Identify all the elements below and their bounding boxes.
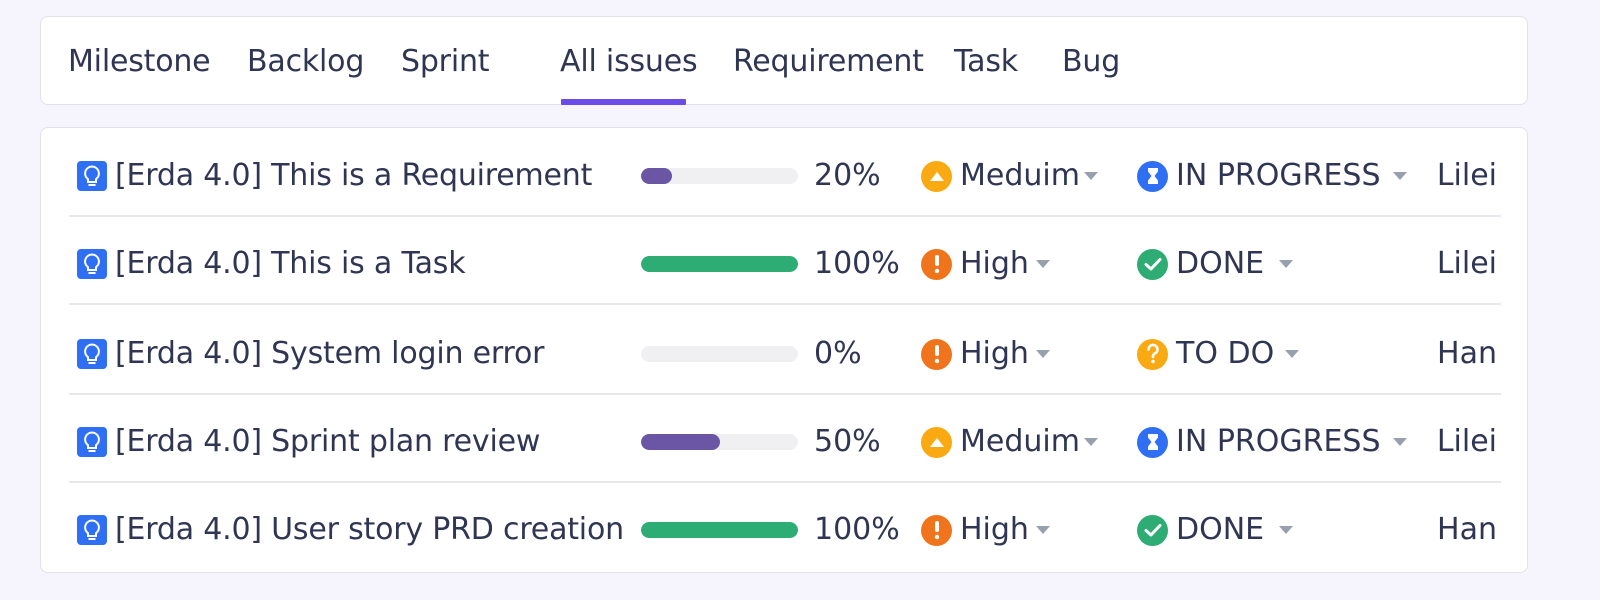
row-divider — [69, 393, 1501, 395]
priority-high-icon — [921, 338, 952, 370]
chevron-down-icon[interactable] — [1084, 438, 1098, 446]
lightbulb-icon — [77, 249, 107, 279]
tab-all-issues[interactable]: All issues — [560, 44, 698, 80]
hourglass-icon — [1137, 426, 1168, 458]
priority-dropdown[interactable]: High — [960, 246, 1029, 282]
issue-title[interactable]: [Erda 4.0] This is a Requirement — [115, 158, 592, 194]
issue-row[interactable]: [Erda 4.0] This is a Requirement 20% Medui… — [41, 132, 1527, 220]
chevron-down-icon[interactable] — [1279, 260, 1293, 268]
progress-bar-fill — [641, 522, 798, 538]
chevron-down-icon[interactable] — [1084, 172, 1098, 180]
tab-backlog[interactable]: Backlog — [247, 44, 364, 80]
status-dropdown[interactable]: TO DO — [1176, 336, 1274, 372]
row-divider — [69, 481, 1501, 483]
status-dropdown[interactable]: DONE — [1176, 246, 1264, 282]
priority-high-icon — [921, 248, 952, 280]
row-divider — [69, 303, 1501, 305]
progress-bar-fill — [641, 434, 720, 450]
status-dropdown[interactable]: IN PROGRESS — [1176, 424, 1381, 460]
progress-percent: 50% — [814, 424, 881, 459]
issue-title[interactable]: [Erda 4.0] System login error — [115, 336, 544, 372]
tab-bug[interactable]: Bug — [1062, 44, 1120, 80]
row-divider — [69, 215, 1501, 217]
progress-bar — [641, 346, 798, 362]
progress-bar — [641, 168, 798, 184]
progress-percent: 0% — [814, 336, 862, 371]
check-circle-icon — [1137, 248, 1168, 280]
priority-dropdown[interactable]: High — [960, 336, 1029, 372]
progress-percent: 20% — [814, 158, 881, 193]
tab-milestone[interactable]: Milestone — [68, 44, 211, 80]
issue-row[interactable]: [Erda 4.0] This is a Task 100% High DONE Lil… — [41, 220, 1527, 308]
chevron-down-icon[interactable] — [1036, 526, 1050, 534]
status-dropdown[interactable]: DONE — [1176, 512, 1264, 548]
tab-sprint[interactable]: Sprint — [401, 44, 490, 80]
lightbulb-icon — [77, 515, 107, 545]
priority-high-icon — [921, 514, 952, 546]
assignee[interactable]: Han — [1437, 336, 1497, 372]
chevron-down-icon[interactable] — [1393, 172, 1407, 180]
chevron-down-icon[interactable] — [1393, 438, 1407, 446]
assignee[interactable]: Lilei — [1437, 246, 1497, 282]
priority-medium-icon — [921, 426, 952, 458]
active-tab-indicator — [561, 99, 686, 105]
issue-title[interactable]: [Erda 4.0] User story PRD creation — [115, 512, 624, 548]
chevron-down-icon[interactable] — [1279, 526, 1293, 534]
priority-dropdown[interactable]: Meduim — [960, 158, 1080, 194]
progress-bar — [641, 522, 798, 538]
progress-percent: 100% — [814, 512, 900, 547]
lightbulb-icon — [77, 427, 107, 457]
check-circle-icon — [1137, 514, 1168, 546]
issue-row[interactable]: [Erda 4.0] User story PRD creation 100% Hi… — [41, 486, 1527, 574]
tab-task[interactable]: Task — [954, 44, 1018, 80]
assignee[interactable]: Han — [1437, 512, 1497, 548]
progress-percent: 100% — [814, 246, 900, 281]
issue-title[interactable]: [Erda 4.0] Sprint plan review — [115, 424, 540, 460]
progress-bar — [641, 434, 798, 450]
chevron-down-icon[interactable] — [1036, 260, 1050, 268]
tab-requirement[interactable]: Requirement — [733, 44, 924, 80]
issue-title[interactable]: [Erda 4.0] This is a Task — [115, 246, 466, 282]
issue-row[interactable]: [Erda 4.0] System login error 0% High TO DO… — [41, 310, 1527, 398]
priority-dropdown[interactable]: High — [960, 512, 1029, 548]
lightbulb-icon — [77, 161, 107, 191]
lightbulb-icon — [77, 339, 107, 369]
priority-medium-icon — [921, 160, 952, 192]
assignee[interactable]: Lilei — [1437, 424, 1497, 460]
chevron-down-icon[interactable] — [1285, 350, 1299, 358]
hourglass-icon — [1137, 160, 1168, 192]
status-dropdown[interactable]: IN PROGRESS — [1176, 158, 1381, 194]
issue-row[interactable]: [Erda 4.0] Sprint plan review 50% Meduim IN… — [41, 398, 1527, 486]
priority-dropdown[interactable]: Meduim — [960, 424, 1080, 460]
tab-bar: Milestone Backlog Sprint All issues Requ… — [40, 16, 1528, 105]
chevron-down-icon[interactable] — [1036, 350, 1050, 358]
progress-bar — [641, 256, 798, 272]
assignee[interactable]: Lilei — [1437, 158, 1497, 194]
progress-bar-fill — [641, 256, 798, 272]
issue-list: [Erda 4.0] This is a Requirement 20% Medui… — [40, 127, 1528, 573]
progress-bar-fill — [641, 168, 673, 184]
question-circle-icon — [1137, 338, 1168, 370]
